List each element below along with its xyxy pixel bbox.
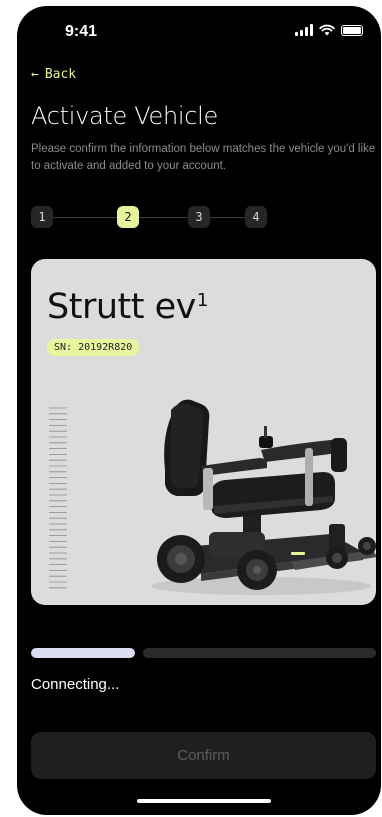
status-bar: 9:41 bbox=[17, 6, 381, 50]
progress-fill bbox=[31, 648, 135, 658]
back-label: Back bbox=[44, 67, 77, 82]
page-title: Activate Vehicle bbox=[31, 102, 219, 130]
stepper: 1 2 3 4 bbox=[31, 206, 267, 228]
progress-track bbox=[143, 648, 376, 658]
wifi-icon bbox=[319, 24, 335, 36]
phone-screen: 9:41 ← Back Activate Vehicle Please conf… bbox=[17, 6, 381, 815]
step-3[interactable]: 3 bbox=[188, 206, 210, 228]
vehicle-model-superscript: 1 bbox=[196, 290, 208, 311]
vehicle-model: Strutt ev1 bbox=[47, 287, 208, 327]
confirm-button[interactable]: Confirm bbox=[31, 732, 376, 779]
step-connector bbox=[53, 216, 117, 218]
step-2[interactable]: 2 bbox=[117, 206, 139, 228]
page-description: Please confirm the information below mat… bbox=[31, 143, 376, 172]
home-indicator[interactable] bbox=[137, 799, 271, 803]
status-time: 9:41 bbox=[65, 23, 98, 40]
serial-number-badge: SN: 20192R820 bbox=[47, 339, 140, 356]
signal-icon bbox=[295, 24, 313, 36]
step-connector bbox=[210, 216, 245, 218]
back-button[interactable]: ← Back bbox=[31, 67, 76, 82]
step-connector bbox=[139, 216, 188, 218]
connection-status: Connecting... bbox=[31, 676, 120, 693]
vehicle-card: Strutt ev1 SN: 20192R820 bbox=[31, 259, 376, 605]
battery-icon bbox=[341, 24, 363, 36]
step-1[interactable]: 1 bbox=[31, 206, 53, 228]
wheelchair-image bbox=[151, 399, 376, 595]
connection-progress bbox=[31, 648, 376, 658]
arrow-left-icon: ← bbox=[31, 67, 39, 82]
status-icons bbox=[295, 24, 363, 36]
step-4[interactable]: 4 bbox=[245, 206, 267, 228]
ruler-scale bbox=[49, 407, 67, 589]
vehicle-model-name: Strutt ev bbox=[47, 287, 196, 327]
